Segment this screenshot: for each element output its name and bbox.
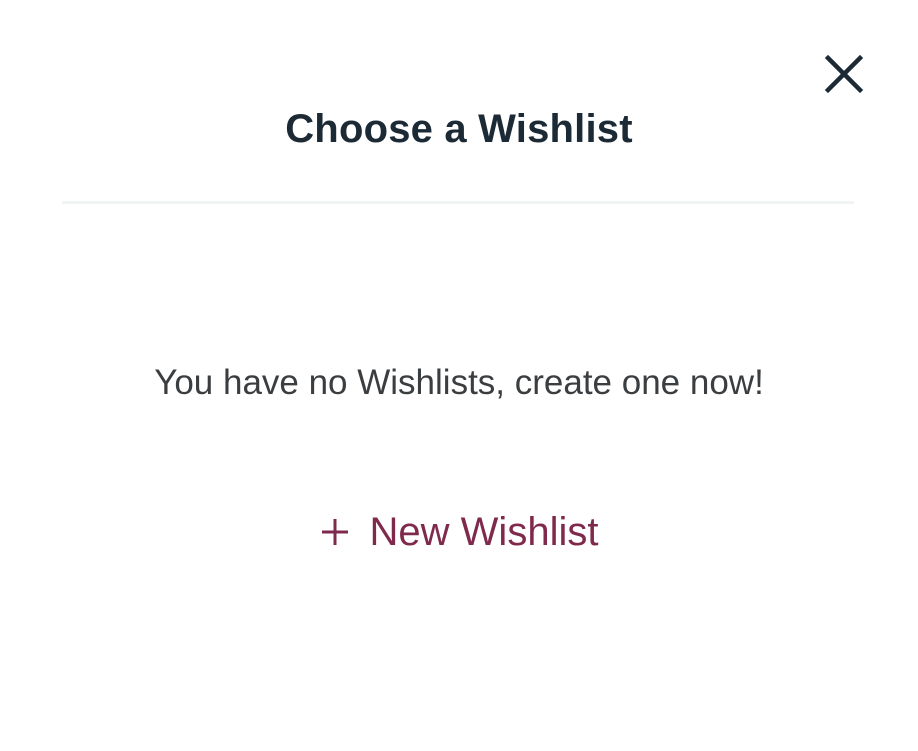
- close-icon: [824, 54, 864, 94]
- new-wishlist-label: New Wishlist: [369, 510, 599, 554]
- new-wishlist-button[interactable]: New Wishlist: [0, 505, 918, 559]
- modal-title: Choose a Wishlist: [285, 107, 633, 151]
- wishlist-modal: Choose a Wishlist You have no Wishlists,…: [0, 0, 918, 751]
- divider: [62, 201, 854, 204]
- close-button[interactable]: [822, 52, 866, 96]
- plus-icon: [320, 517, 350, 547]
- empty-state-message: You have no Wishlists, create one now!: [154, 363, 764, 402]
